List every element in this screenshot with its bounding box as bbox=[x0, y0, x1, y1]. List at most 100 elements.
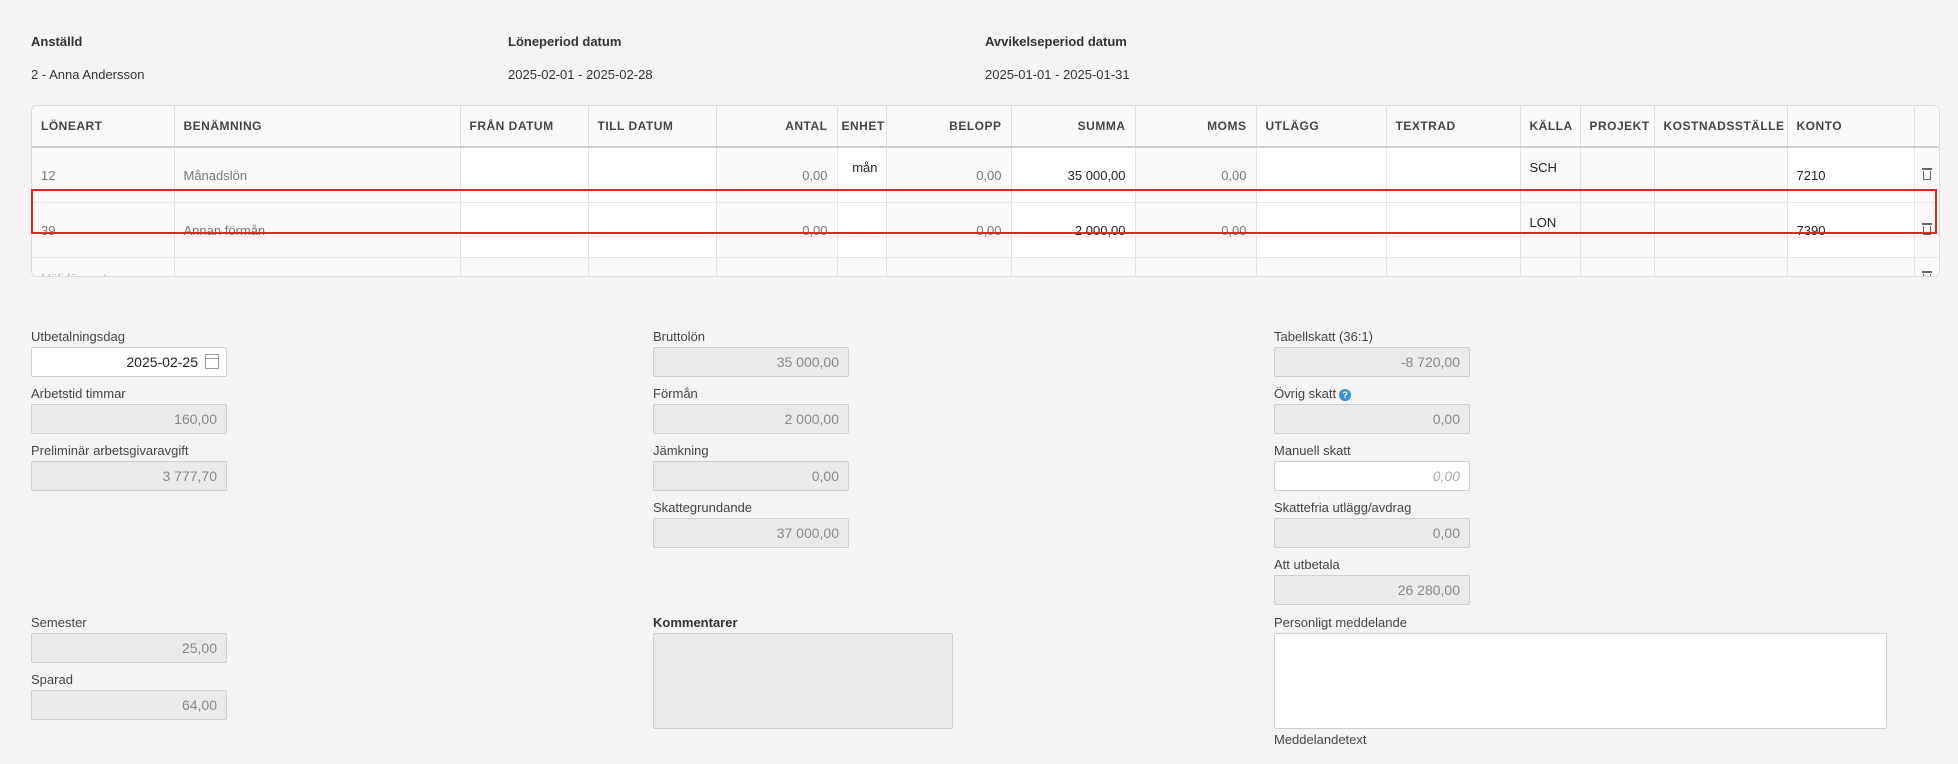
cell-enhet[interactable] bbox=[837, 257, 887, 276]
manuell-skatt-group: Manuell skatt 0,00 bbox=[1274, 443, 1470, 491]
arbetstid-field: 160,00 bbox=[31, 404, 227, 434]
new-row[interactable]: Välj löneart bbox=[32, 257, 1939, 276]
att-utbetala-group: Att utbetala 26 280,00 bbox=[1274, 557, 1470, 605]
skattefria-group: Skattefria utlägg/avdrag 0,00 bbox=[1274, 500, 1470, 548]
trash-icon[interactable] bbox=[1921, 222, 1932, 235]
delete-row-button[interactable] bbox=[1914, 147, 1939, 203]
cell-benamning[interactable] bbox=[174, 257, 461, 276]
cell-kostnadsstalle[interactable] bbox=[1654, 257, 1788, 276]
cell-utlagg[interactable] bbox=[1256, 147, 1387, 203]
cell-textrad[interactable] bbox=[1386, 147, 1521, 203]
employee-label: Anställd bbox=[31, 34, 83, 49]
deviation-label: Avvikelseperiod datum bbox=[985, 34, 1127, 49]
manuell-skatt-label: Manuell skatt bbox=[1274, 443, 1351, 458]
cell-till-datum[interactable] bbox=[588, 147, 717, 203]
cell-belopp[interactable]: 0,00 bbox=[886, 202, 1012, 258]
cell-projekt[interactable] bbox=[1580, 257, 1655, 276]
cell-moms[interactable] bbox=[1135, 257, 1257, 276]
personligt-meddelande-textarea[interactable] bbox=[1274, 633, 1887, 729]
jamkning-group: Jämkning 0,00 bbox=[653, 443, 849, 491]
period-info: Löneperiod datum 2025-02-01 - 2025-02-28 bbox=[508, 34, 653, 82]
period-value: 2025-02-01 - 2025-02-28 bbox=[508, 67, 653, 82]
col-header: BENÄMNING bbox=[174, 106, 461, 148]
cell-kalla bbox=[1520, 257, 1581, 276]
cell-konto[interactable]: 7210 bbox=[1787, 147, 1915, 203]
employee-info: Anställd 2 - Anna Andersson bbox=[31, 34, 144, 82]
delete-row-button[interactable] bbox=[1914, 257, 1939, 276]
employee-value: 2 - Anna Andersson bbox=[31, 67, 145, 82]
cell-belopp[interactable]: 0,00 bbox=[886, 147, 1012, 203]
new-row-loneart-select[interactable]: Välj löneart bbox=[32, 257, 175, 276]
cell-antal[interactable]: 0,00 bbox=[716, 202, 838, 258]
cell-konto[interactable] bbox=[1787, 257, 1915, 276]
cell-textrad[interactable] bbox=[1386, 257, 1521, 276]
kommentarer-label: Kommentarer bbox=[653, 615, 738, 630]
delete-row-button[interactable] bbox=[1914, 202, 1939, 258]
cell-summa[interactable] bbox=[1011, 257, 1136, 276]
cell-antal[interactable] bbox=[716, 257, 838, 276]
cell-projekt[interactable] bbox=[1580, 147, 1655, 203]
cell-antal[interactable]: 0,00 bbox=[716, 147, 838, 203]
skattefria-label: Skattefria utlägg/avdrag bbox=[1274, 500, 1412, 515]
tabellskatt-label: Tabellskatt (36:1) bbox=[1274, 329, 1373, 344]
arbetsgivaravgift-field: 3 777,70 bbox=[31, 461, 227, 491]
period-label: Löneperiod datum bbox=[508, 34, 622, 49]
cell-moms[interactable]: 0,00 bbox=[1135, 147, 1257, 203]
att-utbetala-label: Att utbetala bbox=[1274, 557, 1340, 572]
col-header: MOMS bbox=[1135, 106, 1257, 148]
cell-loneart[interactable]: 12 bbox=[32, 147, 175, 203]
table-header-row: LÖNEART BENÄMNING FRÅN DATUM TILL DATUM … bbox=[32, 106, 1939, 148]
cell-enhet[interactable]: mån bbox=[837, 147, 887, 203]
cell-konto[interactable]: 7390 bbox=[1787, 202, 1915, 258]
cell-benamning[interactable]: Månadslön bbox=[174, 147, 461, 203]
cell-kalla: LON bbox=[1520, 202, 1581, 258]
cell-kalla: SCH bbox=[1520, 147, 1581, 203]
cell-benamning[interactable]: Annan förmån bbox=[174, 202, 461, 258]
cell-till-datum[interactable] bbox=[588, 257, 717, 276]
col-header: BELOPP bbox=[886, 106, 1012, 148]
cell-fran-datum[interactable] bbox=[460, 257, 589, 276]
forman-label: Förmån bbox=[653, 386, 698, 401]
calendar-icon[interactable] bbox=[205, 354, 219, 369]
col-header-actions bbox=[1914, 106, 1939, 148]
tabellskatt-field: -8 720,00 bbox=[1274, 347, 1470, 377]
cell-till-datum[interactable] bbox=[588, 202, 717, 258]
skattefria-field: 0,00 bbox=[1274, 518, 1470, 548]
trash-icon[interactable] bbox=[1921, 167, 1932, 180]
cell-loneart[interactable]: 39 bbox=[32, 202, 175, 258]
kommentarer-group: Kommentarer bbox=[653, 615, 953, 729]
col-header: ANTAL bbox=[716, 106, 838, 148]
help-icon[interactable]: ? bbox=[1339, 388, 1352, 401]
cell-belopp[interactable] bbox=[886, 257, 1012, 276]
deviation-value: 2025-01-01 - 2025-01-31 bbox=[985, 67, 1130, 82]
skattegrundande-label: Skattegrundande bbox=[653, 500, 753, 515]
table-row[interactable]: 12 Månadslön 0,00 mån 0,00 35 000,00 0,0… bbox=[32, 147, 1939, 203]
sparad-field: 64,00 bbox=[31, 690, 227, 720]
cell-fran-datum[interactable] bbox=[460, 202, 589, 258]
utbetalningsdag-date-input[interactable]: 2025-02-25 bbox=[31, 347, 227, 377]
trash-icon[interactable] bbox=[1921, 270, 1932, 276]
cell-summa[interactable]: 2 000,00 bbox=[1011, 202, 1136, 258]
deviation-info: Avvikelseperiod datum 2025-01-01 - 2025-… bbox=[985, 34, 1130, 82]
col-header: TILL DATUM bbox=[588, 106, 717, 148]
jamkning-label: Jämkning bbox=[653, 443, 709, 458]
cell-utlagg[interactable] bbox=[1256, 202, 1387, 258]
cell-kostnadsstalle[interactable] bbox=[1654, 147, 1788, 203]
cell-enhet[interactable] bbox=[837, 202, 887, 258]
cell-textrad[interactable] bbox=[1386, 202, 1521, 258]
semester-label: Semester bbox=[31, 615, 87, 630]
table-row[interactable]: 39 Annan förmån 0,00 0,00 2 000,00 0,00 … bbox=[32, 202, 1939, 258]
arbetsgivaravgift-group: Preliminär arbetsgivaravgift 3 777,70 bbox=[31, 443, 227, 491]
cell-kostnadsstalle[interactable] bbox=[1654, 202, 1788, 258]
cell-projekt[interactable] bbox=[1580, 202, 1655, 258]
bruttolon-field: 35 000,00 bbox=[653, 347, 849, 377]
cell-fran-datum[interactable] bbox=[460, 147, 589, 203]
cell-utlagg[interactable] bbox=[1256, 257, 1387, 276]
cell-summa[interactable]: 35 000,00 bbox=[1011, 147, 1136, 203]
utbetalningsdag-label: Utbetalningsdag bbox=[31, 329, 125, 344]
col-header: SUMMA bbox=[1011, 106, 1136, 148]
att-utbetala-field: 26 280,00 bbox=[1274, 575, 1470, 605]
cell-moms[interactable]: 0,00 bbox=[1135, 202, 1257, 258]
manuell-skatt-input[interactable]: 0,00 bbox=[1274, 461, 1470, 491]
col-header: PROJEKT bbox=[1580, 106, 1655, 148]
